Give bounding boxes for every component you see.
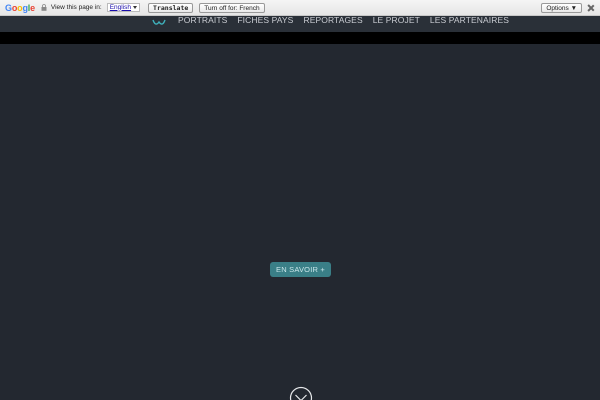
site-logo-icon[interactable] — [152, 19, 166, 27]
header-divider — [0, 32, 600, 44]
nav-item-portraits[interactable]: PORTRAITS — [178, 16, 227, 25]
options-button[interactable]: Options ▼ — [541, 2, 582, 13]
dropdown-arrow-icon — [133, 6, 138, 9]
nav-item-reportages[interactable]: REPORTAGES — [303, 16, 362, 25]
turn-off-button[interactable]: Turn off for: French — [199, 2, 265, 13]
nav-menu: PORTRAITS FICHES PAYS REPORTAGES LE PROJ… — [178, 16, 509, 25]
lock-icon — [41, 4, 47, 11]
language-select[interactable]: English — [106, 3, 141, 12]
nav-item-les-partenaires[interactable]: LES PARTENAIRES — [430, 16, 509, 25]
view-page-text: View this page in: — [50, 4, 102, 11]
site-navigation: PORTRAITS FICHES PAYS REPORTAGES LE PROJ… — [0, 16, 600, 32]
learn-more-button[interactable]: EN SAVOIR + — [270, 262, 331, 277]
language-value: English — [109, 3, 132, 11]
hero-section — [0, 44, 600, 400]
close-icon[interactable] — [586, 3, 596, 13]
nav-item-le-projet[interactable]: LE PROJET — [373, 16, 420, 25]
google-translate-bar: Google View this page in: English Transl… — [0, 0, 600, 16]
google-logo: Google — [5, 2, 35, 13]
translate-button[interactable]: Translate — [148, 2, 194, 13]
nav-item-fiches-pays[interactable]: FICHES PAYS — [237, 16, 293, 25]
chevron-down-circle-icon[interactable] — [289, 386, 313, 400]
